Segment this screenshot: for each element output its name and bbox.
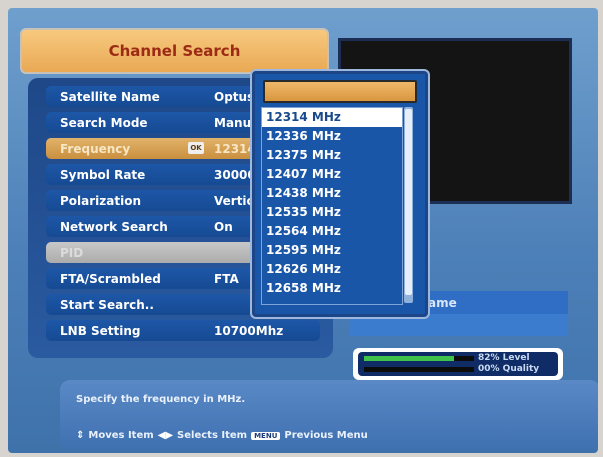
level-text: 82% Level — [478, 353, 530, 363]
row-value: 30000 — [214, 167, 256, 182]
frequency-option[interactable]: 12564 MHz — [262, 222, 402, 241]
row-value: 10700Mhz — [214, 323, 284, 338]
quality-text: 00% Quality — [478, 364, 540, 374]
frequency-option-selected[interactable]: 12314 MHz — [262, 108, 402, 127]
row-label: Search Mode — [60, 115, 148, 130]
level-bar-fill — [364, 356, 455, 361]
frequency-dropdown[interactable]: 12314 MHz 12336 MHz 12375 MHz 12407 MHz … — [252, 71, 428, 317]
row-value: Optus — [214, 89, 255, 104]
previous-menu-label: Previous Menu — [284, 430, 368, 441]
ok-key-icon: OK — [188, 142, 204, 154]
menu-key-icon: MENU — [251, 431, 281, 440]
row-label: Frequency — [60, 141, 131, 156]
help-panel: Specify the frequency in MHz. ⇕ Moves It… — [60, 380, 598, 450]
row-value: On — [214, 219, 233, 234]
quality-bar — [364, 367, 474, 372]
row-value: Manu — [214, 115, 252, 130]
row-value: FTA — [214, 271, 239, 286]
frequency-option[interactable]: 12375 MHz — [262, 146, 402, 165]
frequency-option[interactable]: 12626 MHz — [262, 260, 402, 279]
row-label: LNB Setting — [60, 323, 141, 338]
up-down-arrows-icon: ⇕ — [76, 430, 85, 441]
row-label: Satellite Name — [60, 89, 160, 104]
channel-name-field — [350, 314, 568, 336]
selects-label: Selects Item — [177, 430, 248, 441]
row-label: Network Search — [60, 219, 168, 234]
row-lnb-setting[interactable]: LNB Setting 10700Mhz — [46, 320, 320, 341]
left-right-arrows-icon: ◀▶ — [157, 430, 174, 441]
row-value: Vertic — [214, 193, 254, 208]
frequency-option[interactable]: 12407 MHz — [262, 165, 402, 184]
level-bar — [364, 356, 474, 361]
row-label: Start Search.. — [60, 297, 154, 312]
dropdown-header — [263, 80, 417, 103]
dropdown-scrollbar[interactable] — [404, 107, 413, 303]
frequency-option[interactable]: 12595 MHz — [262, 241, 402, 260]
page-title: Channel Search — [20, 28, 329, 74]
help-text: Specify the frequency in MHz. — [76, 394, 246, 405]
row-label: FTA/Scrambled — [60, 271, 161, 286]
row-label: Polarization — [60, 193, 141, 208]
tv-screen: Channel Search Satellite Name Optus Sear… — [8, 8, 598, 453]
row-value: 12314 — [214, 141, 256, 156]
frequency-option[interactable]: 12535 MHz — [262, 203, 402, 222]
frequency-option[interactable]: 12336 MHz — [262, 127, 402, 146]
frequency-option[interactable]: 12438 MHz — [262, 184, 402, 203]
frequency-list[interactable]: 12314 MHz 12336 MHz 12375 MHz 12407 MHz … — [261, 107, 403, 305]
frequency-option[interactable]: 12658 MHz — [262, 279, 402, 298]
row-label: PID — [60, 245, 84, 260]
scrollbar-thumb[interactable] — [405, 109, 412, 295]
moves-label: Moves Item — [88, 430, 154, 441]
signal-meter-panel: 82% Level 00% Quality — [358, 352, 558, 376]
key-legend: ⇕ Moves Item ◀▶ Selects Item MENU Previo… — [76, 430, 368, 441]
row-label: Symbol Rate — [60, 167, 146, 182]
signal-meter: 82% Level 00% Quality — [353, 348, 563, 380]
